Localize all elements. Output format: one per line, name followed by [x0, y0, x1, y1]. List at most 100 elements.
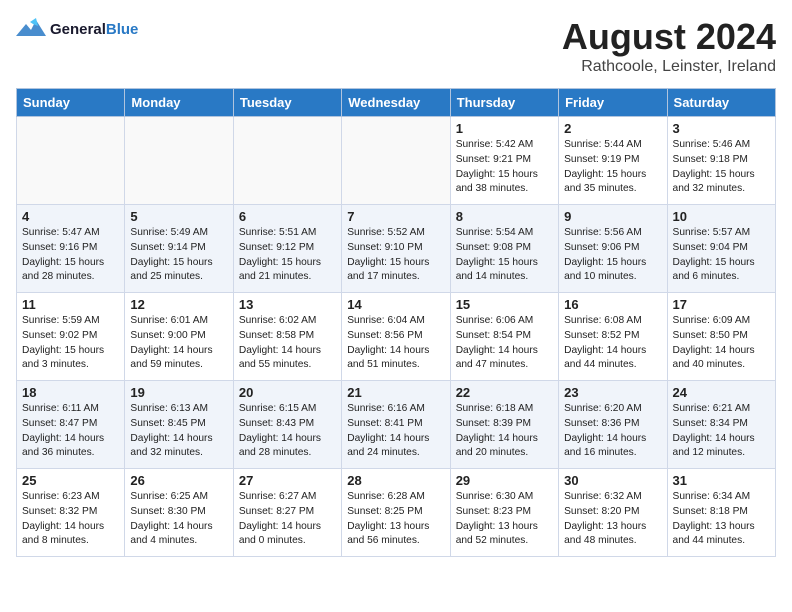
day-info: Sunrise: 6:15 AMSunset: 8:43 PMDaylight:…	[239, 402, 336, 461]
table-row: 7 Sunrise: 5:52 AMSunset: 9:10 PMDaylight…	[342, 205, 450, 293]
table-row: 16 Sunrise: 6:08 AMSunset: 8:52 PMDayligh…	[559, 293, 667, 381]
day-number: 22	[456, 385, 553, 400]
table-row: 31 Sunrise: 6:34 AMSunset: 8:18 PMDayligh…	[667, 469, 775, 557]
day-info: Sunrise: 6:02 AMSunset: 8:58 PMDaylight:…	[239, 314, 336, 373]
day-number: 28	[347, 473, 444, 488]
day-info: Sunrise: 6:01 AMSunset: 9:00 PMDaylight:…	[130, 314, 227, 373]
day-number: 21	[347, 385, 444, 400]
table-row: 14 Sunrise: 6:04 AMSunset: 8:56 PMDayligh…	[342, 293, 450, 381]
day-number: 23	[564, 385, 661, 400]
table-row: 4Sunrise: 5:47 AMSunset: 9:16 PMDaylight…	[17, 205, 125, 293]
day-info: Sunrise: 6:25 AMSunset: 8:30 PMDaylight:…	[130, 490, 227, 549]
calendar-week-row: 11Sunrise: 5:59 AMSunset: 9:02 PMDayligh…	[17, 293, 776, 381]
day-info: Sunrise: 5:54 AMSunset: 9:08 PMDaylight:…	[456, 226, 553, 285]
day-info: Sunrise: 5:56 AMSunset: 9:06 PMDaylight:…	[564, 226, 661, 285]
day-number: 2	[564, 121, 661, 136]
calendar-header-row: Sunday Monday Tuesday Wednesday Thursday…	[17, 89, 776, 117]
table-row: 2 Sunrise: 5:44 AMSunset: 9:19 PMDaylight…	[559, 117, 667, 205]
table-row: 28 Sunrise: 6:28 AMSunset: 8:25 PMDayligh…	[342, 469, 450, 557]
col-tuesday: Tuesday	[233, 89, 341, 117]
day-number: 19	[130, 385, 227, 400]
day-number: 25	[22, 473, 119, 488]
table-row: 29 Sunrise: 6:30 AMSunset: 8:23 PMDayligh…	[450, 469, 558, 557]
subtitle: Rathcoole, Leinster, Ireland	[562, 58, 776, 76]
col-sunday: Sunday	[17, 89, 125, 117]
day-info: Sunrise: 5:52 AMSunset: 9:10 PMDaylight:…	[347, 226, 444, 285]
day-info: Sunrise: 5:47 AMSunset: 9:16 PMDaylight:…	[22, 226, 119, 285]
header: GeneralBlue August 2024 Rathcoole, Leins…	[16, 16, 776, 76]
col-saturday: Saturday	[667, 89, 775, 117]
day-info: Sunrise: 6:27 AMSunset: 8:27 PMDaylight:…	[239, 490, 336, 549]
col-friday: Friday	[559, 89, 667, 117]
col-wednesday: Wednesday	[342, 89, 450, 117]
day-number: 15	[456, 297, 553, 312]
table-row: 25 Sunrise: 6:23 AMSunset: 8:32 PMDayligh…	[17, 469, 125, 557]
logo-text: GeneralBlue	[50, 21, 138, 38]
day-info: Sunrise: 6:34 AMSunset: 8:18 PMDaylight:…	[673, 490, 770, 549]
day-number: 27	[239, 473, 336, 488]
day-info: Sunrise: 5:51 AMSunset: 9:12 PMDaylight:…	[239, 226, 336, 285]
day-number: 26	[130, 473, 227, 488]
table-row: 13Sunrise: 6:02 AMSunset: 8:58 PMDayligh…	[233, 293, 341, 381]
table-row: 8Sunrise: 5:54 AMSunset: 9:08 PMDaylight…	[450, 205, 558, 293]
calendar-week-row: 4Sunrise: 5:47 AMSunset: 9:16 PMDaylight…	[17, 205, 776, 293]
table-row: 3Sunrise: 5:46 AMSunset: 9:18 PMDaylight…	[667, 117, 775, 205]
calendar-week-row: 18Sunrise: 6:11 AMSunset: 8:47 PMDayligh…	[17, 381, 776, 469]
table-row: 18Sunrise: 6:11 AMSunset: 8:47 PMDayligh…	[17, 381, 125, 469]
table-row: 27 Sunrise: 6:27 AMSunset: 8:27 PMDayligh…	[233, 469, 341, 557]
day-number: 20	[239, 385, 336, 400]
day-number: 29	[456, 473, 553, 488]
day-info: Sunrise: 5:57 AMSunset: 9:04 PMDaylight:…	[673, 226, 770, 285]
calendar-table: Sunday Monday Tuesday Wednesday Thursday…	[16, 88, 776, 557]
table-row: 11Sunrise: 5:59 AMSunset: 9:02 PMDayligh…	[17, 293, 125, 381]
day-info: Sunrise: 6:08 AMSunset: 8:52 PMDaylight:…	[564, 314, 661, 373]
day-number: 16	[564, 297, 661, 312]
table-row	[233, 117, 341, 205]
day-info: Sunrise: 6:23 AMSunset: 8:32 PMDaylight:…	[22, 490, 119, 549]
table-row: 24Sunrise: 6:21 AMSunset: 8:34 PMDayligh…	[667, 381, 775, 469]
day-info: Sunrise: 6:09 AMSunset: 8:50 PMDaylight:…	[673, 314, 770, 373]
day-number: 12	[130, 297, 227, 312]
table-row: 15 Sunrise: 6:06 AMSunset: 8:54 PMDayligh…	[450, 293, 558, 381]
day-info: Sunrise: 5:59 AMSunset: 9:02 PMDaylight:…	[22, 314, 119, 373]
day-number: 1	[456, 121, 553, 136]
day-info: Sunrise: 6:18 AMSunset: 8:39 PMDaylight:…	[456, 402, 553, 461]
day-info: Sunrise: 6:28 AMSunset: 8:25 PMDaylight:…	[347, 490, 444, 549]
day-info: Sunrise: 6:30 AMSunset: 8:23 PMDaylight:…	[456, 490, 553, 549]
table-row: 9 Sunrise: 5:56 AMSunset: 9:06 PMDaylight…	[559, 205, 667, 293]
day-info: Sunrise: 5:44 AMSunset: 9:19 PMDaylight:…	[564, 138, 661, 197]
table-row: 1 Sunrise: 5:42 AMSunset: 9:21 PMDaylight…	[450, 117, 558, 205]
day-number: 31	[673, 473, 770, 488]
day-info: Sunrise: 5:42 AMSunset: 9:21 PMDaylight:…	[456, 138, 553, 197]
day-info: Sunrise: 6:11 AMSunset: 8:47 PMDaylight:…	[22, 402, 119, 461]
day-number: 9	[564, 209, 661, 224]
table-row	[17, 117, 125, 205]
day-number: 30	[564, 473, 661, 488]
table-row: 21Sunrise: 6:16 AMSunset: 8:41 PMDayligh…	[342, 381, 450, 469]
day-info: Sunrise: 6:32 AMSunset: 8:20 PMDaylight:…	[564, 490, 661, 549]
table-row: 30 Sunrise: 6:32 AMSunset: 8:20 PMDayligh…	[559, 469, 667, 557]
table-row: 23 Sunrise: 6:20 AMSunset: 8:36 PMDayligh…	[559, 381, 667, 469]
day-number: 5	[130, 209, 227, 224]
table-row: 26 Sunrise: 6:25 AMSunset: 8:30 PMDayligh…	[125, 469, 233, 557]
day-info: Sunrise: 6:21 AMSunset: 8:34 PMDaylight:…	[673, 402, 770, 461]
calendar-week-row: 1 Sunrise: 5:42 AMSunset: 9:21 PMDaylight…	[17, 117, 776, 205]
day-number: 7	[347, 209, 444, 224]
calendar-week-row: 25 Sunrise: 6:23 AMSunset: 8:32 PMDayligh…	[17, 469, 776, 557]
table-row: 22 Sunrise: 6:18 AMSunset: 8:39 PMDayligh…	[450, 381, 558, 469]
col-thursday: Thursday	[450, 89, 558, 117]
table-row: 17 Sunrise: 6:09 AMSunset: 8:50 PMDayligh…	[667, 293, 775, 381]
day-info: Sunrise: 6:04 AMSunset: 8:56 PMDaylight:…	[347, 314, 444, 373]
table-row: 19 Sunrise: 6:13 AMSunset: 8:45 PMDayligh…	[125, 381, 233, 469]
table-row	[125, 117, 233, 205]
day-number: 14	[347, 297, 444, 312]
day-info: Sunrise: 6:13 AMSunset: 8:45 PMDaylight:…	[130, 402, 227, 461]
table-row: 12 Sunrise: 6:01 AMSunset: 9:00 PMDayligh…	[125, 293, 233, 381]
table-row: 5Sunrise: 5:49 AMSunset: 9:14 PMDaylight…	[125, 205, 233, 293]
day-info: Sunrise: 6:06 AMSunset: 8:54 PMDaylight:…	[456, 314, 553, 373]
day-number: 17	[673, 297, 770, 312]
table-row: 6Sunrise: 5:51 AMSunset: 9:12 PMDaylight…	[233, 205, 341, 293]
table-row: 10Sunrise: 5:57 AMSunset: 9:04 PMDayligh…	[667, 205, 775, 293]
day-info: Sunrise: 6:20 AMSunset: 8:36 PMDaylight:…	[564, 402, 661, 461]
title-area: August 2024 Rathcoole, Leinster, Ireland	[562, 16, 776, 76]
